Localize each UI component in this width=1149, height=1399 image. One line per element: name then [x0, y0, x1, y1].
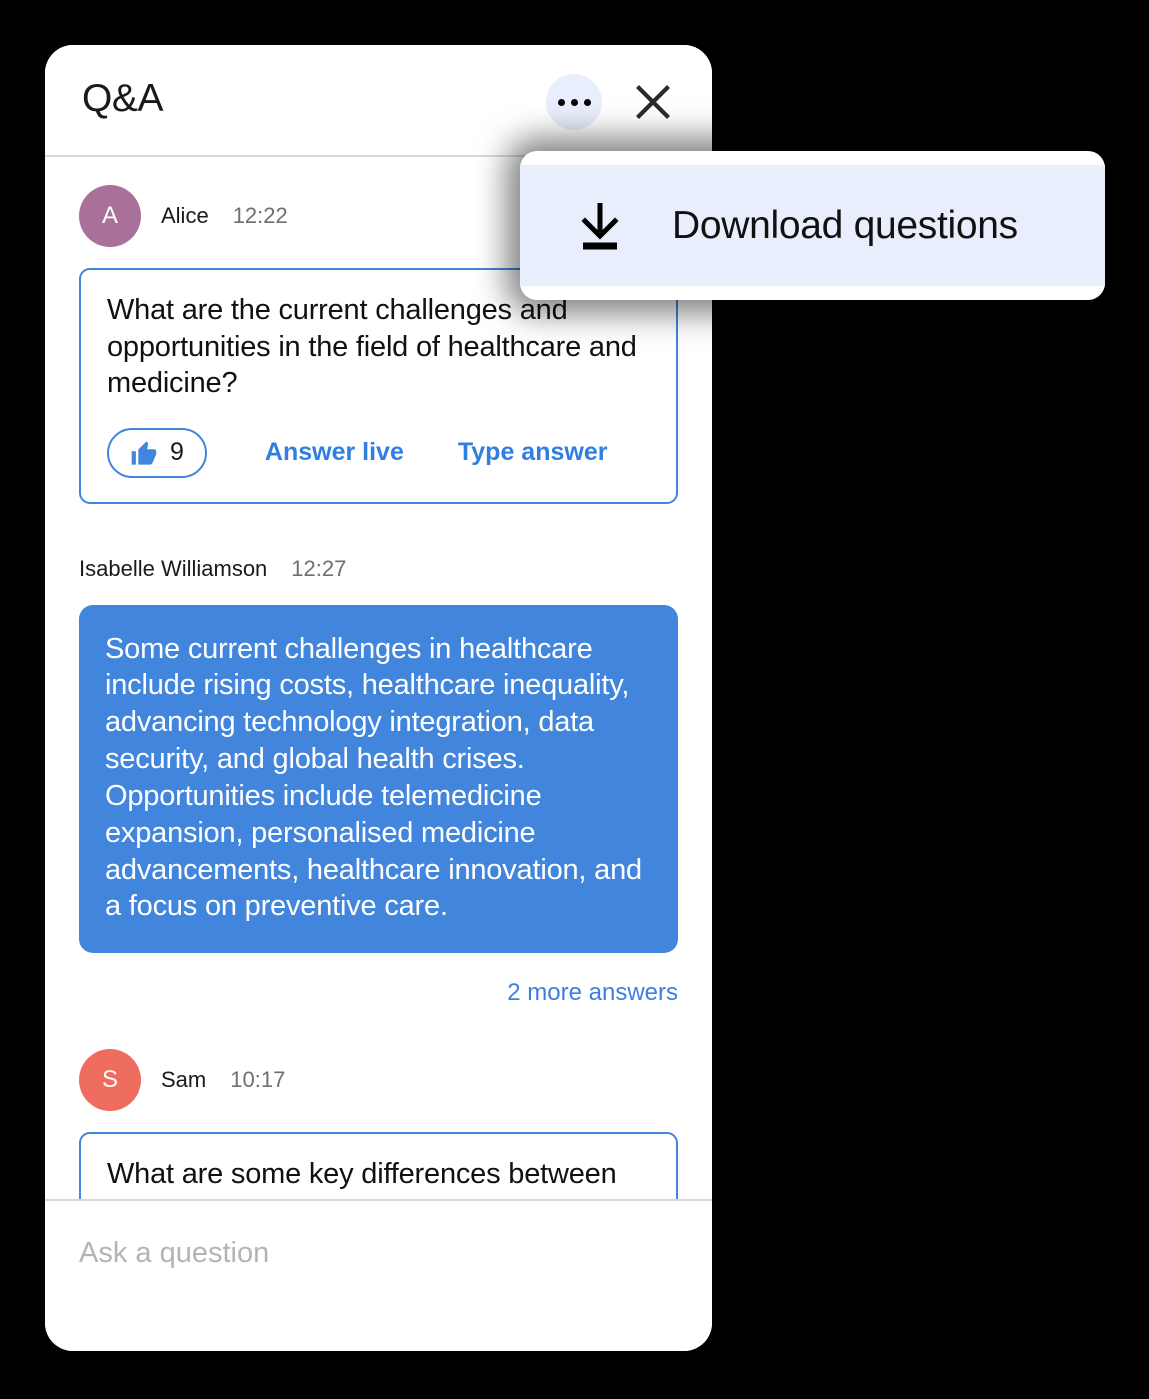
timestamp: 12:22 [232, 203, 288, 228]
timestamp: 10:17 [230, 1067, 286, 1093]
close-icon [636, 85, 670, 119]
options-dropdown-menu: Download questions [520, 151, 1105, 300]
answer-author-name: Isabelle Williamson [79, 555, 268, 581]
question-list[interactable]: A Alice 12:22 What are the current chall… [45, 159, 712, 1199]
thread-item: S Sam 10:17 What are some key difference… [45, 1049, 712, 1199]
question-text: What are the current challenges and oppo… [107, 294, 637, 400]
question-card[interactable]: What are the current challenges and oppo… [79, 268, 678, 504]
question-actions: 9 Answer live Type answer [107, 427, 650, 478]
page-title: Q&A [82, 77, 164, 120]
avatar: A [79, 185, 141, 247]
panel-header: Q&A [45, 45, 712, 157]
like-count: 9 [170, 438, 184, 467]
author-name: Alice [161, 203, 209, 228]
more-answers-row: 2 more answers [45, 979, 712, 1007]
close-button[interactable] [625, 74, 681, 130]
type-answer-button[interactable]: Type answer [458, 438, 608, 467]
download-questions-menu-item[interactable]: Download questions [520, 165, 1105, 286]
author-name: Sam [161, 1067, 207, 1093]
thread-item: A Alice 12:22 What are the current chall… [45, 185, 712, 1007]
download-questions-label: Download questions [672, 203, 1018, 247]
composer-bar [45, 1199, 712, 1351]
answer-live-button[interactable]: Answer live [265, 438, 404, 467]
answer-timestamp: 12:27 [291, 555, 347, 581]
question-card[interactable]: What are some key differences between Ea… [79, 1132, 678, 1199]
avatar: S [79, 1049, 141, 1112]
answer-bubble: Some current challenges in healthcare in… [79, 604, 678, 954]
question-text: What are some key differences between Ea… [107, 1158, 617, 1199]
more-options-button[interactable] [546, 74, 602, 130]
answer-author-row: Isabelle Williamson 12:27 [45, 556, 712, 582]
ellipsis-icon [557, 98, 565, 106]
screen: Q&A A Alice 12:22 What are the current c… [0, 0, 1149, 1399]
ellipsis-icon [570, 98, 578, 106]
download-icon [581, 202, 619, 249]
thumbs-up-icon [131, 440, 157, 465]
more-answers-button[interactable]: 2 more answers [507, 979, 678, 1007]
like-button[interactable]: 9 [107, 427, 207, 478]
ask-question-input[interactable] [79, 1225, 679, 1281]
ellipsis-icon [583, 98, 591, 106]
question-author-row: S Sam 10:17 [45, 1049, 712, 1112]
